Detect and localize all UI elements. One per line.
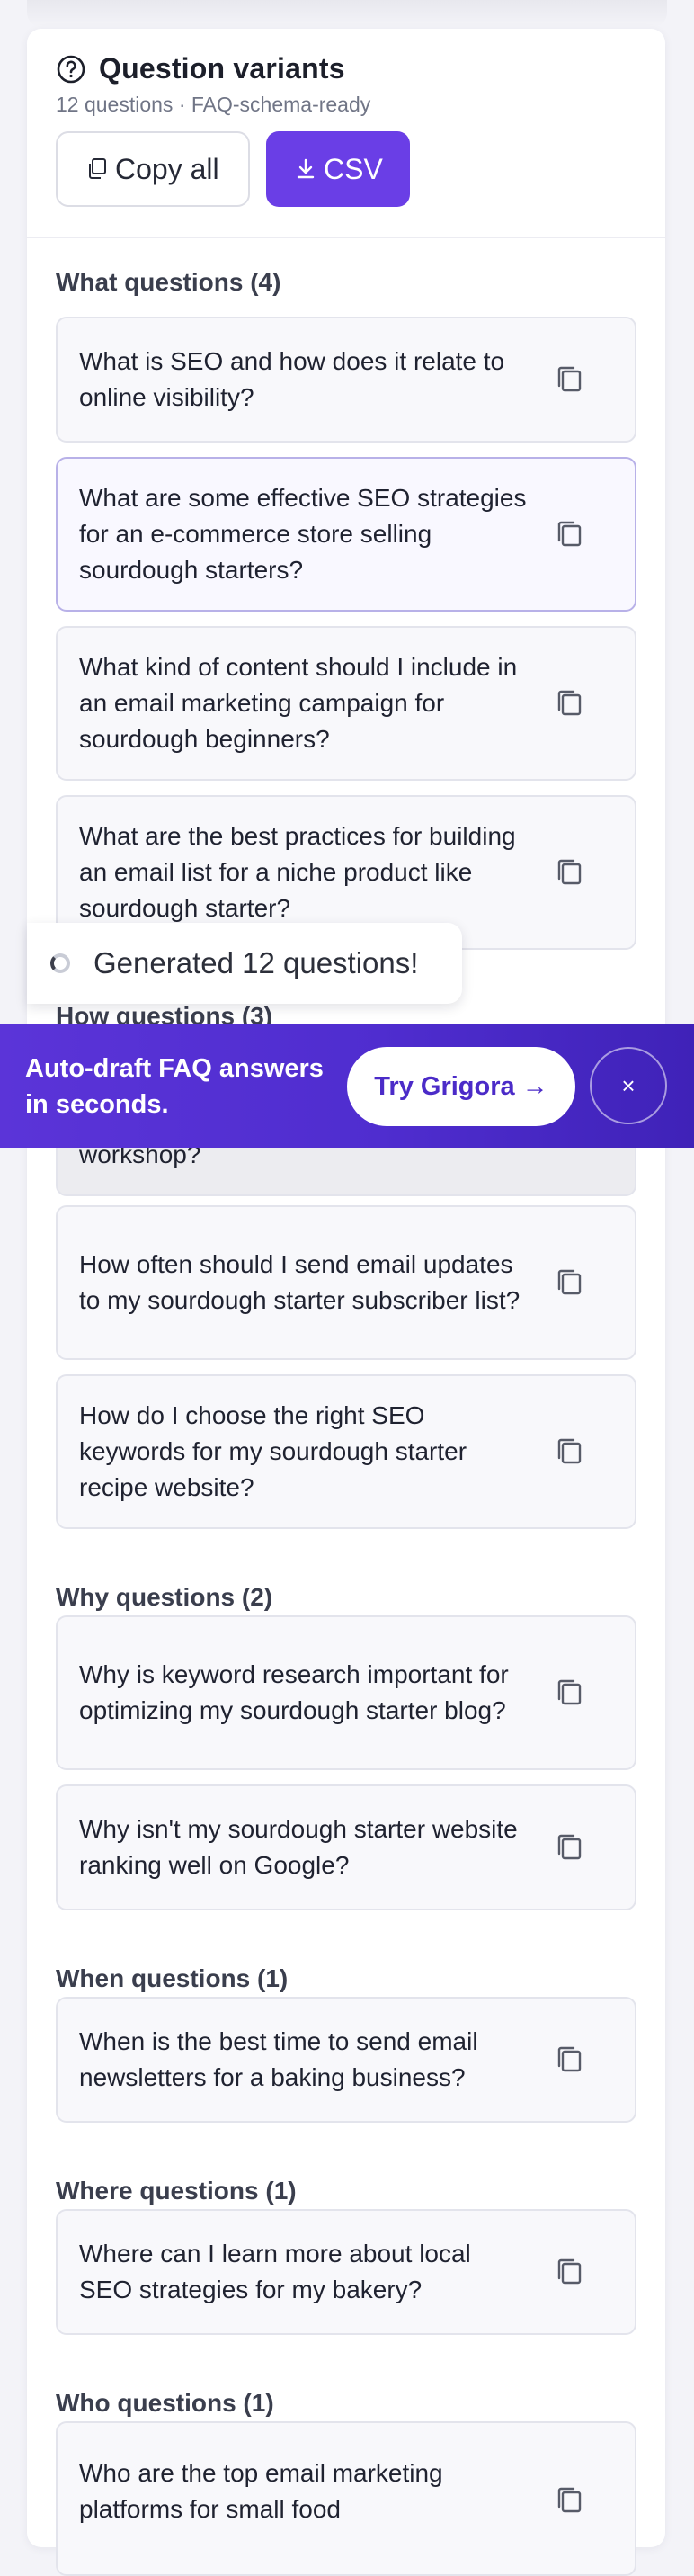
top-shadow: [27, 0, 667, 27]
question-text: How do I choose the right SEO keywords f…: [79, 1401, 467, 1501]
question-text: What is SEO and how does it relate to on…: [79, 347, 505, 411]
question-variants-panel: Question variants 12 questions · FAQ-sch…: [27, 29, 665, 2576]
spinner-icon: [50, 953, 70, 973]
toast-text: Generated 12 questions!: [93, 946, 419, 979]
question-item[interactable]: Who are the top email marketing platform…: [56, 2421, 636, 2576]
question-item[interactable]: What are some effective SEO strategies f…: [56, 457, 636, 612]
question-item[interactable]: When is the best time to send email news…: [56, 1997, 636, 2123]
copy-icon: [89, 158, 106, 179]
copy-all-label: Copy all: [115, 152, 219, 185]
section-title-who: Who questions (1): [56, 2389, 274, 2417]
copy-icon[interactable]: [554, 2044, 584, 2076]
question-item[interactable]: Why is keyword research important for op…: [56, 1615, 636, 1770]
section-title-when: When questions (1): [56, 1964, 289, 1992]
section-title-why: Why questions (2): [56, 1583, 273, 1611]
copy-icon[interactable]: [554, 2256, 584, 2288]
section-title-where: Where questions (1): [56, 2177, 297, 2205]
question-text: When is the best time to send email news…: [79, 2027, 478, 2091]
question-item[interactable]: How often should I send email updates to…: [56, 1205, 636, 1360]
csv-label: CSV: [324, 152, 383, 185]
copy-all-button[interactable]: Copy all: [56, 131, 250, 207]
question-item[interactable]: What kind of content should I include in…: [56, 626, 636, 781]
question-text: Where can I learn more about local SEO s…: [79, 2240, 471, 2303]
question-text: What are the best practices for building…: [79, 822, 516, 922]
copy-icon[interactable]: [554, 2484, 584, 2517]
close-icon: ×: [621, 1071, 636, 1099]
copy-icon[interactable]: [554, 1831, 584, 1864]
banner-text: Auto-draft FAQ answers in seconds.: [25, 1054, 324, 1119]
csv-button[interactable]: CSV: [266, 131, 410, 207]
promo-banner: Auto-draft FAQ answers in seconds. Try G…: [0, 1024, 694, 1148]
copy-icon[interactable]: [554, 1677, 584, 1709]
copy-icon[interactable]: [554, 856, 584, 889]
panel-title: Question variants: [99, 52, 345, 85]
copy-icon[interactable]: [554, 1436, 584, 1468]
section-title-what: What questions (4): [56, 268, 281, 296]
question-text: Why isn't my sourdough starter website r…: [79, 1815, 518, 1879]
try-grigora-button[interactable]: Try Grigora →: [347, 1047, 575, 1126]
question-item[interactable]: Where can I learn more about local SEO s…: [56, 2209, 636, 2335]
copy-icon[interactable]: [554, 518, 584, 550]
question-text: Why is keyword research important for op…: [79, 1660, 509, 1724]
question-text: Who are the top email marketing platform…: [79, 2459, 443, 2523]
copy-icon[interactable]: [554, 687, 584, 720]
close-banner-button[interactable]: ×: [590, 1047, 667, 1124]
question-circle-icon: [57, 55, 85, 83]
question-item[interactable]: What is SEO and how does it relate to on…: [56, 317, 636, 443]
panel-header: Question variants 12 questions · FAQ-sch…: [56, 52, 636, 207]
action-buttons: Copy all CSV: [56, 131, 636, 207]
question-item[interactable]: Why isn't my sourdough starter website r…: [56, 1784, 636, 1910]
success-toast: Generated 12 questions!: [27, 923, 462, 1004]
header-divider: [27, 237, 665, 238]
download-icon: [297, 158, 315, 179]
copy-icon[interactable]: [554, 1266, 584, 1299]
question-text: How often should I send email updates to…: [79, 1250, 520, 1314]
question-item[interactable]: How do I choose the right SEO keywords f…: [56, 1374, 636, 1529]
question-text: What are some effective SEO strategies f…: [79, 484, 527, 584]
title-row: Question variants: [56, 52, 636, 85]
copy-icon[interactable]: [554, 363, 584, 396]
panel-subtitle: 12 questions · FAQ-schema-ready: [56, 93, 371, 116]
question-text: What kind of content should I include in…: [79, 653, 518, 753]
